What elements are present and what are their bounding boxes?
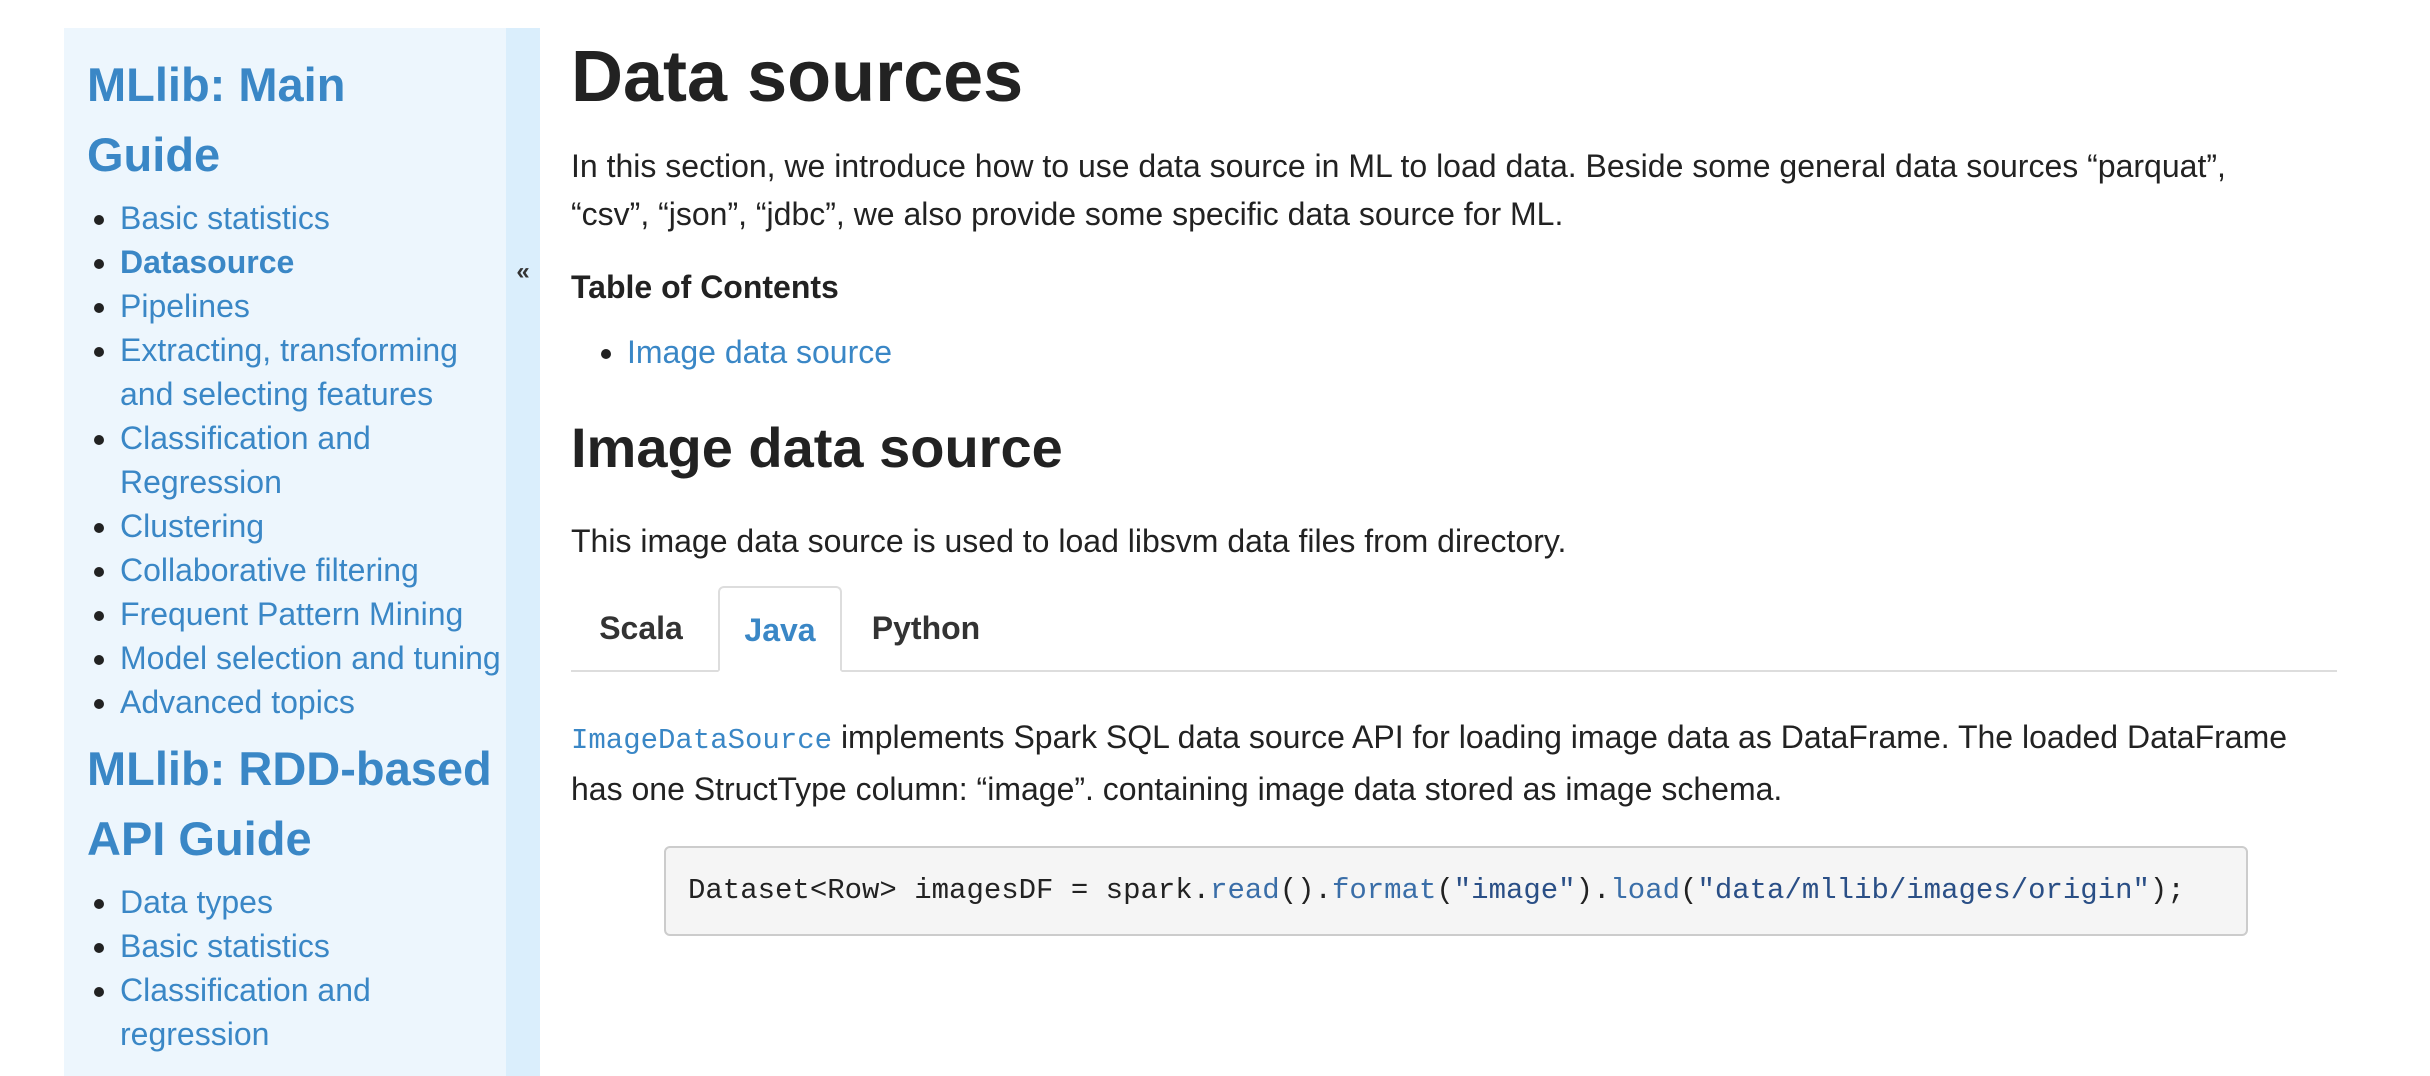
- code-text: ().: [1279, 874, 1332, 907]
- sidebar-item-frequent-pattern-mining[interactable]: Frequent Pattern Mining: [120, 592, 506, 636]
- sidebar-item-label[interactable]: Advanced topics: [120, 684, 355, 720]
- sidebar-heading-rdd-guide[interactable]: MLlib: RDD-based API Guide: [64, 734, 506, 874]
- sidebar-item-rdd-basic-statistics[interactable]: Basic statistics: [120, 924, 506, 968]
- sidebar-heading-line[interactable]: MLlib: RDD-based: [87, 742, 492, 795]
- sidebar-item-collaborative-filtering[interactable]: Collaborative filtering: [120, 548, 506, 592]
- sidebar-item-label[interactable]: Collaborative filtering: [120, 552, 419, 588]
- code-text: ).: [1575, 874, 1611, 907]
- sidebar-item-label[interactable]: Model selection and tuning: [120, 640, 501, 676]
- sidebar-item-basic-statistics[interactable]: Basic statistics: [120, 196, 506, 240]
- sidebar-item-data-types[interactable]: Data types: [120, 880, 506, 924]
- sidebar-heading-line[interactable]: Guide: [87, 128, 220, 181]
- sidebar-item-label[interactable]: Data types: [120, 884, 273, 920]
- code-text: (: [1680, 874, 1698, 907]
- section-description: This image data source is used to load l…: [571, 523, 1567, 559]
- sidebar-item-pipelines[interactable]: Pipelines: [120, 284, 506, 328]
- code-text: (: [1436, 874, 1454, 907]
- sidebar-item-label[interactable]: Basic statistics: [120, 200, 330, 236]
- code-text: Dataset<Row> imagesDF = spark.: [688, 874, 1211, 907]
- code-block[interactable]: Dataset<Row> imagesDF = spark.read().for…: [664, 846, 2248, 936]
- sidebar-item-features[interactable]: Extracting, transforming and selecting f…: [120, 328, 506, 416]
- sidebar-item-label[interactable]: Classification and regression: [120, 972, 371, 1052]
- sidebar-item-label[interactable]: Frequent Pattern Mining: [120, 596, 463, 632]
- sidebar-item-label[interactable]: Datasource: [120, 244, 294, 280]
- api-description: ImageDataSource implements Spark SQL dat…: [571, 713, 2311, 813]
- page-title: Data sources: [571, 37, 1024, 117]
- code-text: );: [2149, 874, 2185, 907]
- toc-item[interactable]: Image data source: [627, 330, 892, 374]
- sidebar-item-model-selection[interactable]: Model selection and tuning: [120, 636, 506, 680]
- code-function: load: [1610, 874, 1681, 907]
- code-function: format: [1331, 874, 1437, 907]
- section-title: Image data source: [571, 416, 1063, 479]
- sidebar-item-datasource[interactable]: Datasource: [120, 240, 506, 284]
- sidebar-heading-main-guide[interactable]: MLlib: Main Guide: [64, 50, 506, 190]
- sidebar-item-advanced-topics[interactable]: Advanced topics: [120, 680, 506, 724]
- sidebar-heading-line[interactable]: API Guide: [87, 812, 312, 865]
- sidebar-main-guide-list: Basic statistics Datasource Pipelines Ex…: [64, 196, 506, 724]
- sidebar-rdd-guide-list: Data types Basic statistics Classificati…: [64, 880, 506, 1056]
- sidebar-item-label[interactable]: Pipelines: [120, 288, 250, 324]
- collapse-sidebar-icon[interactable]: «: [506, 258, 540, 286]
- sidebar-item-label[interactable]: Classification and Regression: [120, 420, 371, 500]
- sidebar-item-label[interactable]: Basic statistics: [120, 928, 330, 964]
- tab-java[interactable]: Java: [718, 586, 842, 672]
- code-string: "data/mllib/images/origin": [1697, 874, 2150, 907]
- sidebar-item-label[interactable]: Clustering: [120, 508, 264, 544]
- language-tabs: Scala Java Python: [571, 586, 2337, 672]
- api-class-link[interactable]: ImageDataSource: [571, 724, 832, 757]
- sidebar-collapse-bar[interactable]: «: [506, 28, 540, 1076]
- intro-paragraph: In this section, we introduce how to use…: [571, 148, 2226, 232]
- sidebar-item-rdd-classification[interactable]: Classification and regression: [120, 968, 506, 1056]
- sidebar-item-clustering[interactable]: Clustering: [120, 504, 506, 548]
- sidebar-heading-line[interactable]: MLlib: Main: [87, 58, 345, 111]
- toc-link-image-data-source[interactable]: Image data source: [627, 334, 892, 370]
- tab-scala[interactable]: Scala: [571, 586, 711, 670]
- sidebar: MLlib: Main Guide Basic statistics Datas…: [64, 28, 506, 1076]
- sidebar-item-classification[interactable]: Classification and Regression: [120, 416, 506, 504]
- toc-list: Image data source: [571, 330, 892, 374]
- code-string: "image": [1453, 874, 1576, 907]
- sidebar-item-label[interactable]: Extracting, transforming and selecting f…: [120, 332, 458, 412]
- tab-python[interactable]: Python: [846, 586, 1006, 670]
- toc-title: Table of Contents: [571, 269, 839, 305]
- code-function: read: [1210, 874, 1280, 907]
